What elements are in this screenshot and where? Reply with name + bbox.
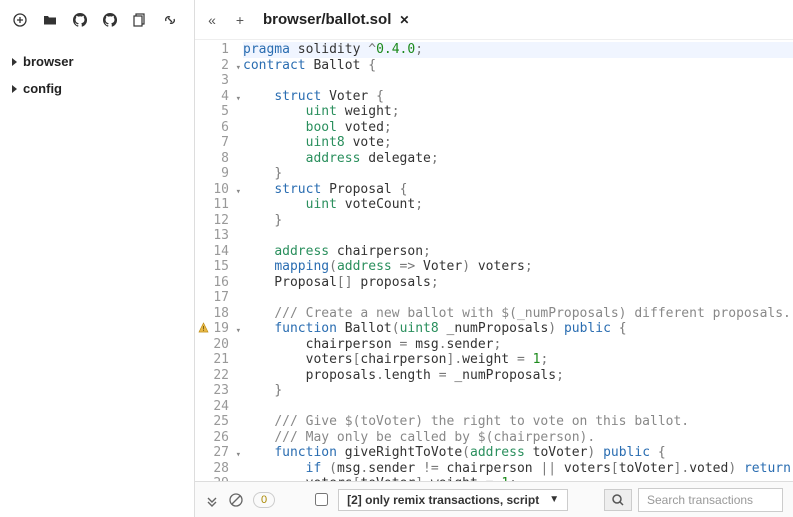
- gutter-row: 12: [195, 213, 243, 229]
- code-line[interactable]: contract Ballot {: [243, 58, 793, 74]
- code-line[interactable]: /// Create a new ballot with $(_numPropo…: [243, 306, 793, 322]
- gutter-row: 20: [195, 337, 243, 353]
- gutter-row: 6: [195, 120, 243, 136]
- gutter-row: 27▾: [195, 445, 243, 461]
- close-icon[interactable]: ✕: [399, 13, 409, 27]
- gutter-row: 28: [195, 461, 243, 477]
- gutter-row: 14: [195, 244, 243, 260]
- code-line[interactable]: chairperson = msg.sender;: [243, 337, 793, 353]
- new-file-icon[interactable]: [12, 12, 28, 28]
- sidebar: browser config: [0, 0, 195, 517]
- gutter-row: 8: [195, 151, 243, 167]
- tab-active[interactable]: browser/ballot.sol ✕: [259, 11, 413, 28]
- gutter-row: 2▾: [195, 58, 243, 74]
- code-line[interactable]: proposals.length = _numProposals;: [243, 368, 793, 384]
- search-input[interactable]: [638, 488, 783, 512]
- main-area: « + browser/ballot.sol ✕ 12▾34▾5678910▾1…: [195, 0, 793, 517]
- expand-terminal-icon[interactable]: [205, 493, 219, 507]
- tab-bar: « + browser/ballot.sol ✕: [195, 0, 793, 40]
- code-line[interactable]: voters[chairperson].weight = 1;: [243, 352, 793, 368]
- code-line[interactable]: function Ballot(uint8 _numProposals) pub…: [243, 321, 793, 337]
- gutter-row: 23: [195, 383, 243, 399]
- code-line[interactable]: address chairperson;: [243, 244, 793, 260]
- code-line[interactable]: [243, 399, 793, 415]
- line-gutter: 12▾34▾5678910▾111213141516171819▾!202122…: [195, 40, 243, 481]
- gutter-row: 5: [195, 104, 243, 120]
- tree-item-label: config: [23, 81, 62, 96]
- code-line[interactable]: uint8 vote;: [243, 135, 793, 151]
- gutter-row: 10▾: [195, 182, 243, 198]
- pending-count[interactable]: 0: [253, 492, 275, 508]
- gutter-row: 25: [195, 414, 243, 430]
- file-toolbar: [0, 0, 194, 40]
- gutter-row: 1: [195, 42, 243, 58]
- collapse-panel-icon[interactable]: «: [203, 11, 221, 29]
- code-line[interactable]: struct Voter {: [243, 89, 793, 105]
- gutter-row: 11: [195, 197, 243, 213]
- gutter-row: 18: [195, 306, 243, 322]
- gutter-row: 4▾: [195, 89, 243, 105]
- code-line[interactable]: uint voteCount;: [243, 197, 793, 213]
- transaction-filter-dropdown[interactable]: [2] only remix transactions, script ▼: [338, 489, 568, 511]
- clear-icon[interactable]: [229, 493, 243, 507]
- listen-checkbox[interactable]: [315, 493, 328, 506]
- code-line[interactable]: function giveRightToVote(address toVoter…: [243, 445, 793, 461]
- gutter-row: 17: [195, 290, 243, 306]
- file-tree: browser config: [0, 40, 194, 110]
- code-line[interactable]: pragma solidity ^0.4.0;: [243, 42, 793, 58]
- code-line[interactable]: [243, 290, 793, 306]
- caret-right-icon: [12, 58, 17, 66]
- tree-item-label: browser: [23, 54, 74, 69]
- code-line[interactable]: }: [243, 213, 793, 229]
- code-line[interactable]: mapping(address => Voter) voters;: [243, 259, 793, 275]
- gutter-row: 7: [195, 135, 243, 151]
- code-line[interactable]: struct Proposal {: [243, 182, 793, 198]
- caret-down-icon: ▼: [549, 494, 559, 505]
- code-line[interactable]: if (msg.sender != chairperson || voters[…: [243, 461, 793, 477]
- gutter-row: 22: [195, 368, 243, 384]
- code-line[interactable]: [243, 73, 793, 89]
- gutter-row: 15: [195, 259, 243, 275]
- gutter-row: 21: [195, 352, 243, 368]
- code-line[interactable]: Proposal[] proposals;: [243, 275, 793, 291]
- code-line[interactable]: address delegate;: [243, 151, 793, 167]
- gutter-row: 16: [195, 275, 243, 291]
- link-icon[interactable]: [162, 12, 178, 28]
- tree-item-config[interactable]: config: [0, 75, 194, 102]
- gutter-row: 19▾!: [195, 321, 243, 337]
- github-icon[interactable]: [102, 12, 118, 28]
- code-line[interactable]: /// May only be called by $(chairperson)…: [243, 430, 793, 446]
- warning-icon[interactable]: !: [198, 322, 209, 333]
- gutter-row: 24: [195, 399, 243, 415]
- github-icon[interactable]: [72, 12, 88, 28]
- code-line[interactable]: voters[toVoter].weight = 1;: [243, 476, 793, 481]
- code-editor[interactable]: 12▾34▾5678910▾111213141516171819▾!202122…: [195, 40, 793, 481]
- code-line[interactable]: uint weight;: [243, 104, 793, 120]
- gutter-row: 9: [195, 166, 243, 182]
- dropdown-label: [2] only remix transactions, script: [347, 493, 539, 507]
- code-line[interactable]: [243, 228, 793, 244]
- code-line[interactable]: /// Give $(toVoter) the right to vote on…: [243, 414, 793, 430]
- gutter-row: 29: [195, 476, 243, 481]
- tab-title: browser/ballot.sol: [263, 11, 391, 28]
- code-content[interactable]: pragma solidity ^0.4.0;contract Ballot {…: [243, 40, 793, 481]
- gutter-row: 13: [195, 228, 243, 244]
- svg-text:!: !: [201, 324, 205, 333]
- add-tab-icon[interactable]: +: [231, 11, 249, 29]
- terminal-bar: 0 [2] only remix transactions, script ▼: [195, 481, 793, 517]
- caret-right-icon: [12, 85, 17, 93]
- gutter-row: 3: [195, 73, 243, 89]
- tree-item-browser[interactable]: browser: [0, 48, 194, 75]
- code-line[interactable]: bool voted;: [243, 120, 793, 136]
- copy-icon[interactable]: [132, 12, 148, 28]
- folder-open-icon[interactable]: [42, 12, 58, 28]
- gutter-row: 26: [195, 430, 243, 446]
- code-line[interactable]: }: [243, 383, 793, 399]
- code-line[interactable]: }: [243, 166, 793, 182]
- search-button[interactable]: [604, 489, 632, 511]
